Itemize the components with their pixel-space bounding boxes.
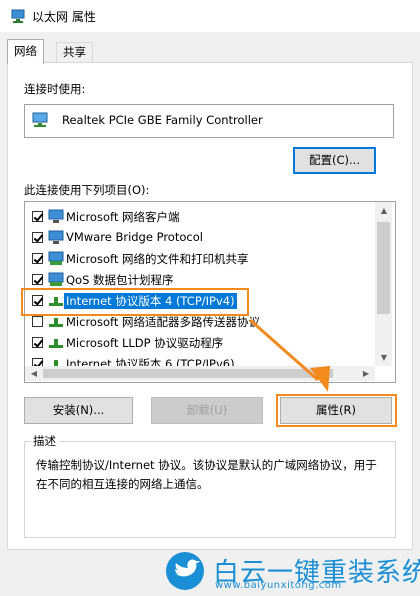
window-title: 以太网 属性 bbox=[32, 10, 96, 24]
connect-using-label: 连接时使用: bbox=[24, 82, 86, 96]
list-item-label: Microsoft 网络客户端 bbox=[66, 210, 180, 224]
checkbox[interactable] bbox=[32, 211, 43, 222]
checkbox[interactable] bbox=[32, 316, 43, 327]
network-adapter-icon bbox=[11, 9, 25, 23]
list-item-label: QoS 数据包计划程序 bbox=[66, 273, 174, 287]
configure-button[interactable]: 配置(C)... bbox=[293, 147, 376, 174]
tab-network[interactable]: 网络 bbox=[7, 39, 44, 64]
list-item-file-printer-sharing[interactable]: Microsoft 网络的文件和打印机共享 bbox=[29, 249, 381, 269]
checkbox[interactable] bbox=[32, 337, 43, 348]
annotation-arrow-icon bbox=[249, 318, 330, 392]
service-icon bbox=[48, 251, 64, 265]
list-item-qos[interactable]: QoS 数据包计划程序 bbox=[29, 270, 381, 290]
items-section-label: 此连接使用下列项目(O): bbox=[24, 183, 150, 197]
network-card-icon bbox=[32, 112, 48, 127]
list-item-ms-client[interactable]: Microsoft 网络客户端 bbox=[29, 207, 381, 227]
description-text: 传输控制协议/Internet 协议。该协议是默认的广域网络协议，用于在不同的相… bbox=[36, 458, 377, 491]
client-icon bbox=[48, 209, 64, 223]
scroll-down-icon[interactable]: ▼ bbox=[376, 350, 392, 366]
scroll-up-icon[interactable]: ▲ bbox=[376, 203, 392, 219]
tab-network-label: 网络 bbox=[14, 44, 37, 58]
protocol-icon bbox=[49, 339, 63, 348]
properties-highlight bbox=[276, 394, 397, 427]
scroll-left-icon[interactable]: ◀ bbox=[26, 366, 42, 381]
service-icon bbox=[48, 272, 64, 286]
protocol-icon bbox=[49, 318, 63, 327]
uninstall-button[interactable]: 卸载(U) bbox=[151, 397, 263, 424]
list-item-label: VMware Bridge Protocol bbox=[66, 230, 203, 244]
list-item-label: Microsoft LLDP 协议驱动程序 bbox=[66, 336, 224, 350]
install-button[interactable]: 安装(N)... bbox=[24, 397, 133, 424]
watermark-url: www.baiyunxitong.com bbox=[215, 580, 342, 591]
ipv4-highlight bbox=[21, 288, 249, 316]
adapter-name: Realtek PCIe GBE Family Controller bbox=[62, 113, 263, 127]
list-item-label: Microsoft 网络的文件和打印机共享 bbox=[66, 252, 249, 266]
adapter-display: Realtek PCIe GBE Family Controller bbox=[24, 104, 394, 138]
list-item-vmware-bridge[interactable]: VMware Bridge Protocol bbox=[29, 228, 381, 248]
vertical-scroll-thumb[interactable] bbox=[377, 222, 390, 314]
bird-logo-icon bbox=[166, 552, 204, 590]
checkbox[interactable] bbox=[32, 232, 43, 243]
tab-sharing[interactable]: 共享 bbox=[56, 42, 93, 62]
tab-sharing-label: 共享 bbox=[63, 45, 86, 59]
checkbox[interactable] bbox=[32, 274, 43, 285]
description-title: 描述 bbox=[30, 433, 59, 449]
title-bar[interactable]: 以太网 属性 bbox=[0, 0, 420, 32]
list-item-label: Microsoft 网络适配器多路传送器协议 bbox=[66, 315, 260, 329]
network-icon bbox=[48, 230, 64, 244]
scroll-right-icon[interactable]: ▶ bbox=[358, 366, 374, 381]
checkbox[interactable] bbox=[32, 253, 43, 264]
